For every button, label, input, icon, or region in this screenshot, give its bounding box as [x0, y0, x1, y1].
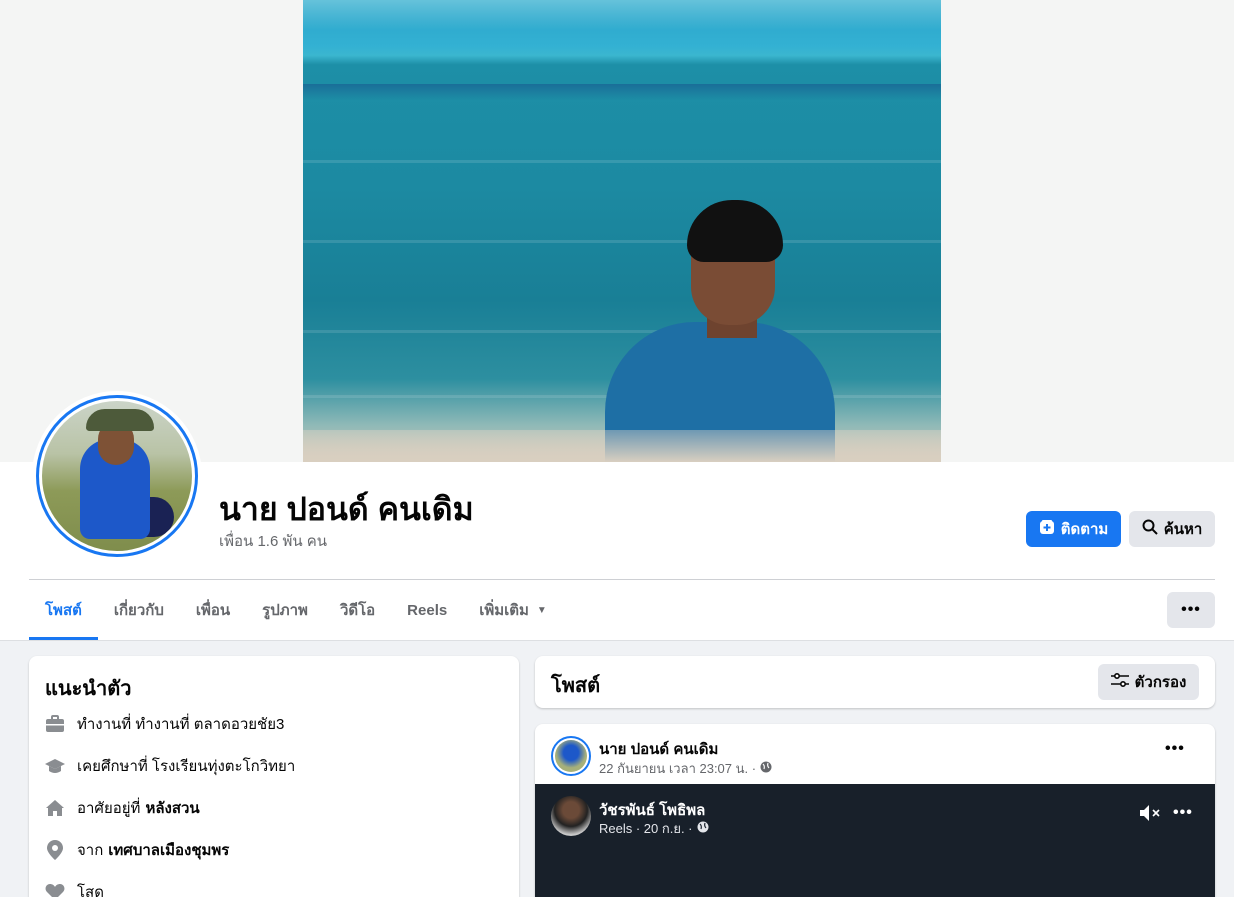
reel-author-avatar[interactable] — [551, 796, 591, 836]
heart-icon — [45, 882, 65, 897]
intro-from: จาก เทศบาลเมืองชุมพร — [45, 838, 229, 862]
reel-options-button[interactable]: ••• — [1173, 804, 1193, 822]
intro-lives-in: อาศัยอยู่ที่ หลังสวน — [45, 796, 200, 820]
posts-title: โพสต์ — [551, 675, 601, 697]
post-meta: 22 กันยายน เวลา 23:07 น. · — [599, 758, 772, 779]
cover-wave — [303, 240, 941, 243]
intro-lives-in-place[interactable]: หลังสวน — [145, 796, 199, 820]
intro-work: ทำงานที่ ทำงานที่ ตลาดอวยชัย3 — [45, 712, 284, 736]
reel-meta: Reels · 20 ก.ย. · — [599, 818, 709, 839]
location-pin-icon — [45, 840, 65, 860]
tab-photos[interactable]: รูปภาพ — [246, 580, 324, 640]
follow-label: ติดตาม — [1060, 521, 1109, 538]
cover-wave — [303, 160, 941, 163]
cover-sky — [303, 0, 941, 30]
intro-education-text: เคยศึกษาที่ โรงเรียนทุ่งตะโกวิทยา — [77, 758, 296, 775]
avatar-story-ring — [36, 395, 198, 557]
intro-card: แนะนำตัว ทำงานที่ ทำงานที่ ตลาดอวยชัย3 เ… — [29, 656, 519, 897]
post-timestamp[interactable]: 22 กันยายน เวลา 23:07 น. · — [599, 758, 756, 779]
post-avatar-image — [555, 740, 587, 772]
intro-relationship-text: โสด — [77, 884, 104, 897]
profile-tabs: โพสต์ เกี่ยวกับ เพื่อน รูปภาพ วิดีโอ Ree… — [29, 580, 563, 640]
intro-relationship: โสด — [45, 880, 104, 897]
search-button[interactable]: ค้นหา — [1129, 511, 1215, 547]
chevron-down-icon: ▼ — [536, 604, 547, 616]
cover-wave — [303, 330, 941, 333]
profile-avatar[interactable] — [32, 391, 202, 561]
cover-horizon — [303, 84, 941, 100]
cover-shore — [303, 430, 941, 462]
cover-photo[interactable] — [303, 0, 941, 462]
post-card: นาย ปอนด์ คนเดิม 22 กันยายน เวลา 23:07 น… — [535, 724, 1215, 897]
tab-posts[interactable]: โพสต์ — [29, 580, 98, 640]
posts-header-card: โพสต์ ตัวกรอง — [535, 656, 1215, 708]
intro-from-place[interactable]: เทศบาลเมืองชุมพร — [108, 838, 229, 862]
profile-more-button[interactable]: ••• — [1167, 592, 1215, 628]
intro-lives-in-text: อาศัยอยู่ที่ — [77, 800, 141, 817]
shared-reel[interactable]: วัชรพันธ์ โพธิพล Reels · 20 ก.ย. · ••• — [535, 784, 1215, 897]
tab-friends[interactable]: เพื่อน — [180, 580, 246, 640]
reel-timestamp[interactable]: Reels · 20 ก.ย. · — [599, 818, 693, 839]
friend-count[interactable]: เพื่อน 1.6 พัน คน — [219, 529, 327, 553]
intro-education: เคยศึกษาที่ โรงเรียนทุ่งตะโกวิทยา — [45, 754, 295, 778]
follow-icon — [1039, 519, 1055, 539]
briefcase-icon — [45, 714, 65, 734]
intro-from-text: จาก — [77, 842, 104, 859]
profile-name: นาย ปอนด์ คนเดิม — [219, 491, 474, 527]
filter-icon — [1110, 672, 1129, 691]
tab-videos[interactable]: วิดีโอ — [324, 580, 391, 640]
search-label: ค้นหา — [1163, 521, 1203, 538]
filter-label: ตัวกรอง — [1134, 674, 1187, 691]
home-icon — [45, 798, 65, 818]
muted-speaker-icon[interactable] — [1139, 804, 1161, 827]
tab-about[interactable]: เกี่ยวกับ — [98, 580, 180, 640]
cover-person-hair — [687, 200, 783, 262]
search-icon — [1142, 519, 1158, 539]
follow-button[interactable]: ติดตาม — [1026, 511, 1121, 547]
intro-work-text: ทำงานที่ ทำงานที่ ตลาดอวยชัย3 — [77, 716, 285, 733]
post-author-avatar[interactable] — [551, 736, 591, 776]
post-options-button[interactable]: ••• — [1165, 740, 1185, 758]
tab-reels[interactable]: Reels — [391, 580, 463, 640]
tab-more-label: เพิ่มเติม — [479, 602, 529, 619]
filter-button[interactable]: ตัวกรอง — [1098, 664, 1199, 700]
avatar-image — [42, 401, 192, 551]
graduation-cap-icon — [45, 756, 65, 776]
avatar-hat — [86, 409, 154, 431]
globe-icon — [760, 761, 772, 776]
intro-title: แนะนำตัว — [45, 678, 132, 700]
globe-icon — [697, 821, 709, 836]
tab-more[interactable]: เพิ่มเติม ▼ — [463, 580, 563, 640]
